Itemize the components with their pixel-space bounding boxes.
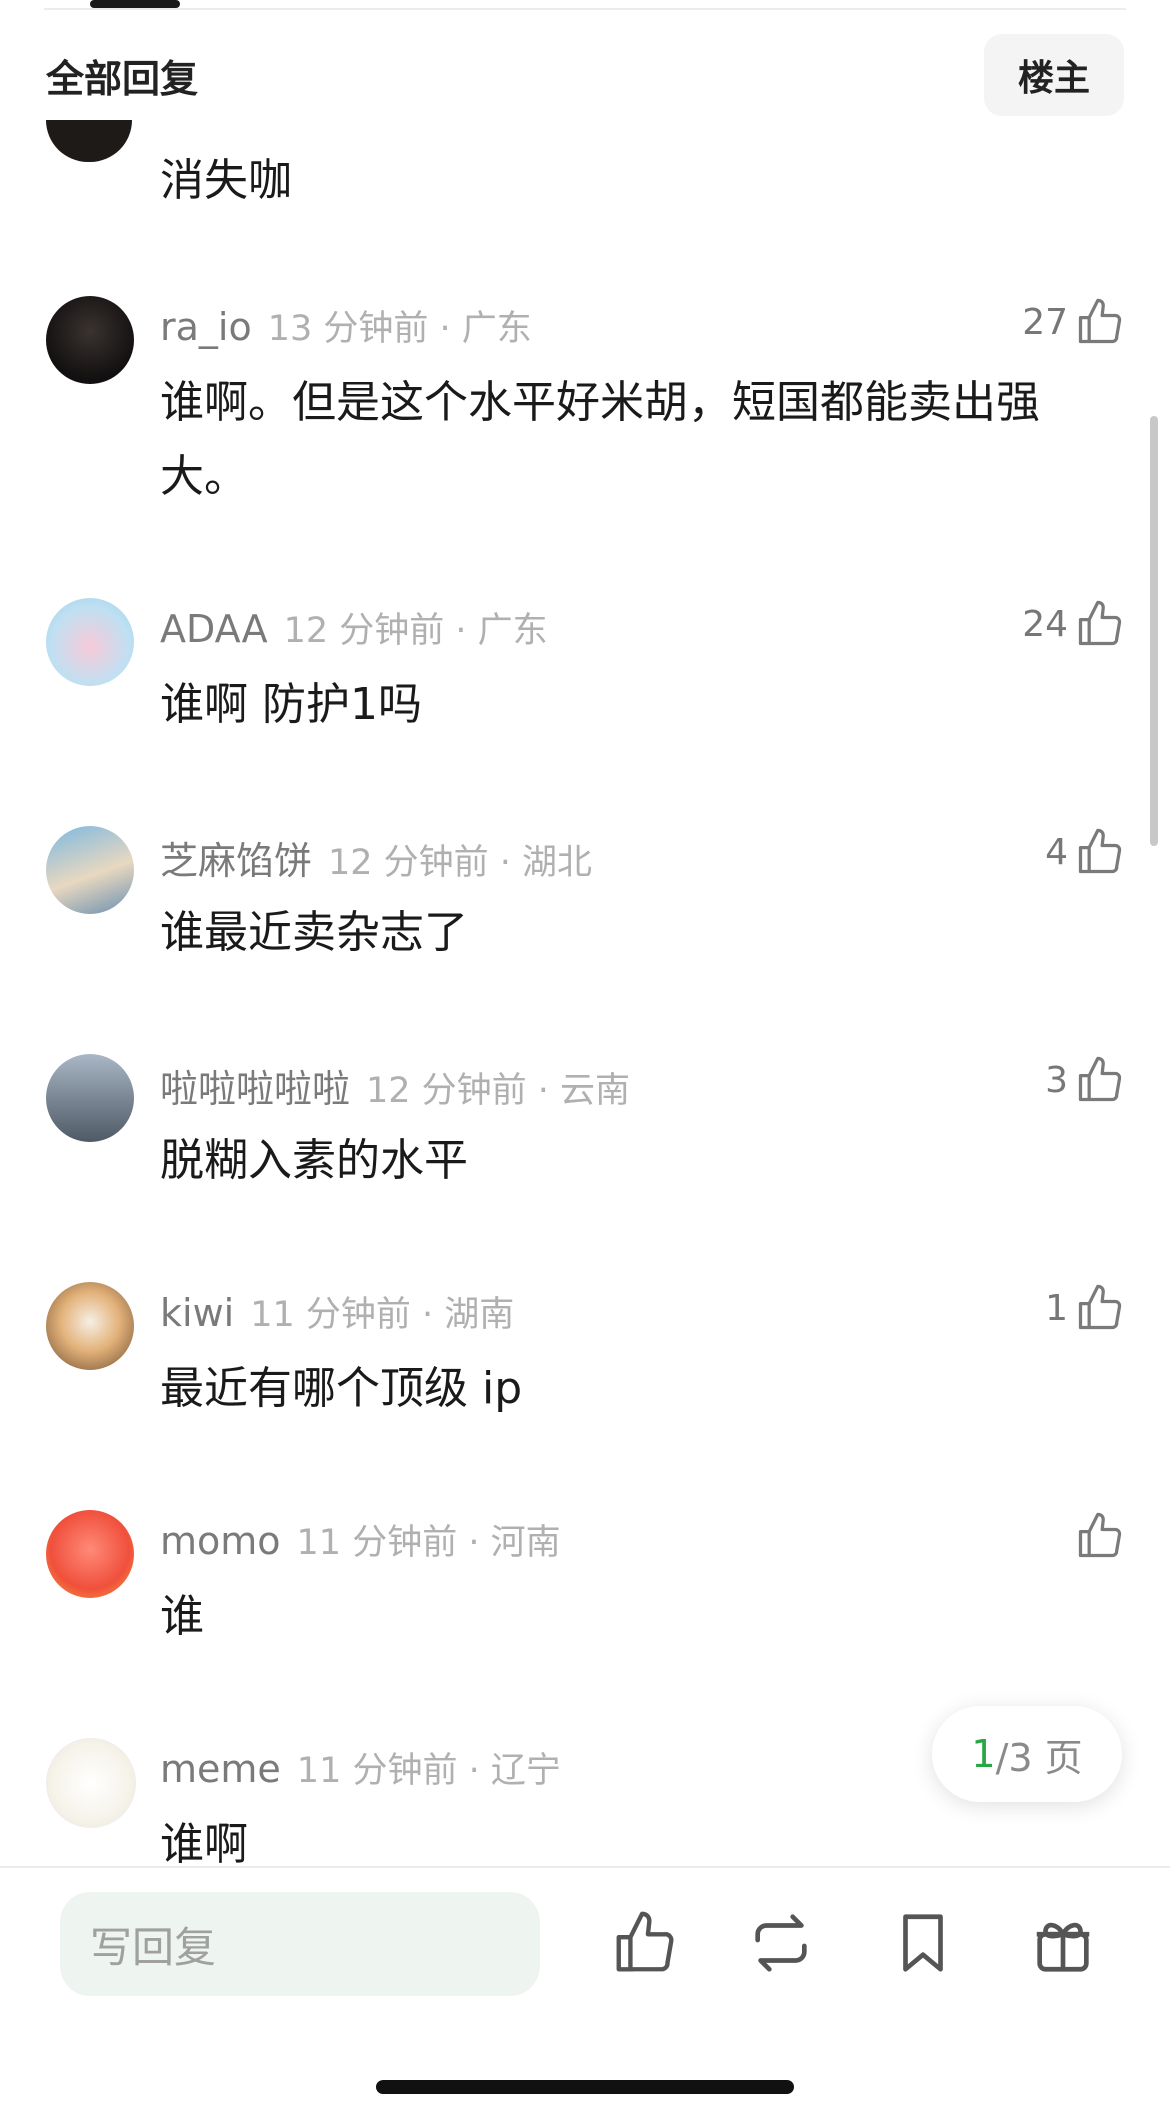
tab-indicator: [90, 0, 180, 8]
comment-text: 谁啊。但是这个水平好米胡，短国都能卖出强大。: [160, 377, 1040, 502]
comment-meta: kiwi 11 分钟前 · 湖南: [160, 1286, 514, 1337]
thumbs-up-icon: [1078, 1056, 1122, 1102]
like-button[interactable]: [1068, 1510, 1126, 1562]
comment-time-location: 12 分钟前 · 湖北: [328, 843, 593, 883]
top-divider: [44, 8, 1126, 10]
thumbs-up-icon: [1078, 1284, 1122, 1330]
home-indicator: [376, 2080, 794, 2094]
comment-item: 啦啦啦啦啦 12 分钟前 · 云南 3 脱糊入素的水平: [0, 1054, 1170, 1234]
username[interactable]: ADAA: [160, 607, 268, 651]
comment-text: 谁: [160, 1591, 204, 1642]
bookmark-icon[interactable]: [888, 1908, 958, 1978]
username[interactable]: ra_io: [160, 305, 252, 349]
username[interactable]: 芝麻馅饼: [160, 839, 312, 883]
comment-item: kiwi 11 分钟前 · 湖南 1 最近有哪个顶级 ip: [0, 1282, 1170, 1462]
username[interactable]: kiwi: [160, 1291, 234, 1335]
avatar[interactable]: [46, 1282, 134, 1370]
scrollbar[interactable]: [1150, 416, 1158, 846]
comment-item: ra_io 13 分钟前 · 广东 27 谁啊。但是这个水平好米胡，短国都能卖出强…: [0, 296, 1170, 502]
avatar[interactable]: [46, 826, 134, 914]
avatar[interactable]: [46, 1738, 136, 1828]
current-page: 1: [971, 1732, 996, 1776]
comment-text: 脱糊入素的水平: [160, 1135, 468, 1186]
avatar[interactable]: [46, 120, 132, 162]
comment-time-location: 11 分钟前 · 湖南: [250, 1295, 515, 1335]
comment-item: ADAA 12 分钟前 · 广东 24 谁啊 防护1吗: [0, 598, 1170, 778]
like-button[interactable]: 24: [1022, 598, 1126, 650]
reply-input[interactable]: 写回复: [60, 1892, 540, 1996]
like-count: 3: [1045, 1059, 1068, 1101]
thumbs-up-icon: [1078, 298, 1122, 344]
like-icon[interactable]: [610, 1908, 680, 1978]
like-button[interactable]: 3: [1045, 1054, 1126, 1106]
comment-text: 谁啊 防护1吗: [160, 679, 422, 730]
comment-time-location: 12 分钟前 · 云南: [366, 1071, 631, 1111]
username[interactable]: momo: [160, 1519, 281, 1563]
comment-meta: meme 11 分钟前 · 辽宁: [160, 1742, 561, 1793]
page-indicator-button[interactable]: 1/3 页: [932, 1706, 1122, 1802]
comment-text: 最近有哪个顶级 ip: [160, 1363, 523, 1414]
comment-meta: ra_io 13 分钟前 · 广东: [160, 300, 532, 351]
thumbs-up-icon: [1078, 1512, 1122, 1558]
comment-text: 谁最近卖杂志了: [160, 907, 468, 958]
section-title: 全部回复: [46, 57, 199, 101]
op-only-filter-button[interactable]: 楼主: [984, 34, 1124, 116]
like-button[interactable]: 27: [1022, 296, 1126, 348]
thumbs-up-icon: [1078, 828, 1122, 874]
comment-time-location: 11 分钟前 · 辽宁: [296, 1751, 561, 1791]
comment-meta: 芝麻馅饼 12 分钟前 · 湖北: [160, 830, 592, 885]
avatar[interactable]: [46, 1054, 134, 1142]
like-count: 1: [1045, 1287, 1068, 1329]
comment-text: 消失咖: [160, 155, 292, 206]
like-button[interactable]: 1: [1045, 1282, 1126, 1334]
comment-meta: ADAA 12 分钟前 · 广东: [160, 602, 548, 653]
like-button[interactable]: 4: [1045, 826, 1126, 878]
gift-icon[interactable]: [1028, 1908, 1098, 1978]
comment-time-location: 13 分钟前 · 广东: [267, 309, 532, 349]
thumbs-up-icon: [1078, 600, 1122, 646]
comment-meta: 啦啦啦啦啦 12 分钟前 · 云南: [160, 1058, 630, 1113]
repost-icon[interactable]: [746, 1908, 816, 1978]
username[interactable]: meme: [160, 1747, 281, 1791]
comment-meta: momo 11 分钟前 · 河南: [160, 1514, 561, 1565]
like-count: 27: [1022, 301, 1068, 343]
comment-time-location: 11 分钟前 · 河南: [296, 1523, 561, 1563]
avatar[interactable]: [46, 1510, 134, 1598]
comment-item: momo 11 分钟前 · 河南 谁: [0, 1510, 1170, 1690]
username[interactable]: 啦啦啦啦啦: [160, 1067, 350, 1111]
avatar[interactable]: [46, 296, 134, 384]
total-pages: /3 页: [995, 1735, 1083, 1780]
comment-time-location: 12 分钟前 · 广东: [283, 611, 548, 651]
like-count: 4: [1045, 831, 1068, 873]
avatar[interactable]: [46, 598, 134, 686]
comment-item: 芝麻馅饼 12 分钟前 · 湖北 4 谁最近卖杂志了: [0, 826, 1170, 1006]
like-count: 24: [1022, 603, 1068, 645]
